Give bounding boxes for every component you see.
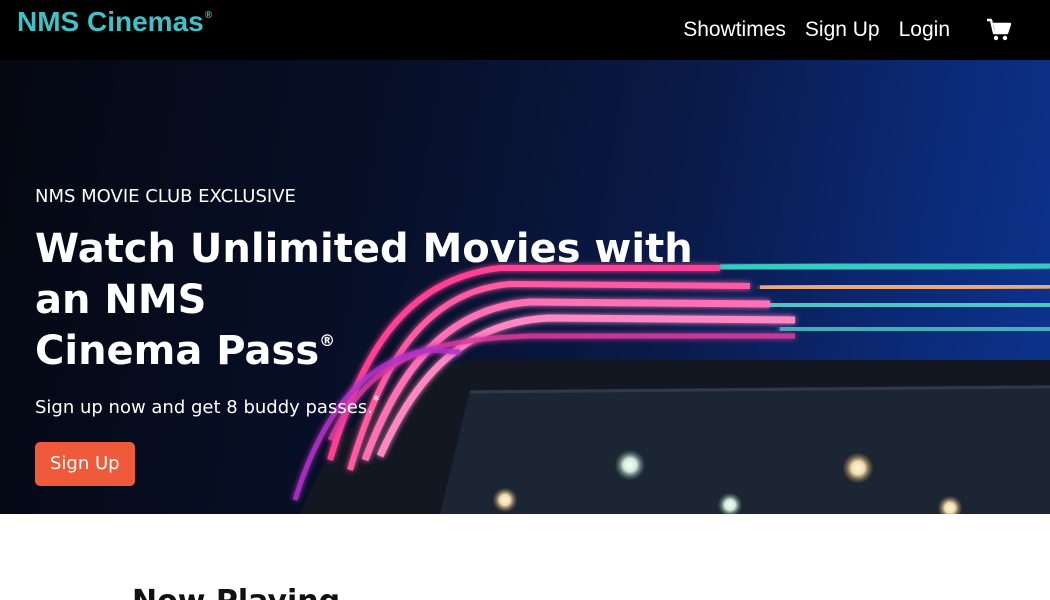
- hero-subline-text: Sign up now and get 8 buddy passes.: [35, 397, 373, 418]
- nav-signup-link[interactable]: Sign Up: [805, 16, 880, 44]
- top-navbar: NMS Cinemas® Showtimes Sign Up Login: [0, 0, 1050, 60]
- hero-subline: Sign up now and get 8 buddy passes.*: [35, 394, 755, 422]
- main-nav: Showtimes Sign Up Login: [683, 16, 950, 44]
- nav-showtimes-link[interactable]: Showtimes: [683, 16, 786, 44]
- brand-registered-mark: ®: [204, 10, 213, 21]
- hero-content: NMS MOVIE CLUB EXCLUSIVE Watch Unlimited…: [35, 184, 755, 486]
- brand-name: NMS Cinemas: [17, 6, 204, 37]
- hero-banner: NMS MOVIE CLUB EXCLUSIVE Watch Unlimited…: [0, 60, 1050, 514]
- hero-headline-line2: Cinema Pass: [35, 328, 320, 374]
- nav-login-link[interactable]: Login: [899, 16, 950, 44]
- hero-headline-line1: Watch Unlimited Movies with an NMS: [35, 226, 693, 323]
- hero-subline-mark: *: [372, 394, 380, 409]
- hero-headline: Watch Unlimited Movies with an NMS Cinem…: [35, 224, 755, 384]
- shopping-cart-icon[interactable]: [985, 17, 1013, 43]
- now-playing-heading: Now Playing: [132, 584, 340, 600]
- hero-eyebrow: NMS MOVIE CLUB EXCLUSIVE: [35, 186, 296, 207]
- hero-headline-mark: ®: [319, 331, 336, 350]
- brand-logo[interactable]: NMS Cinemas®: [17, 6, 212, 45]
- hero-signup-button[interactable]: Sign Up: [35, 442, 135, 486]
